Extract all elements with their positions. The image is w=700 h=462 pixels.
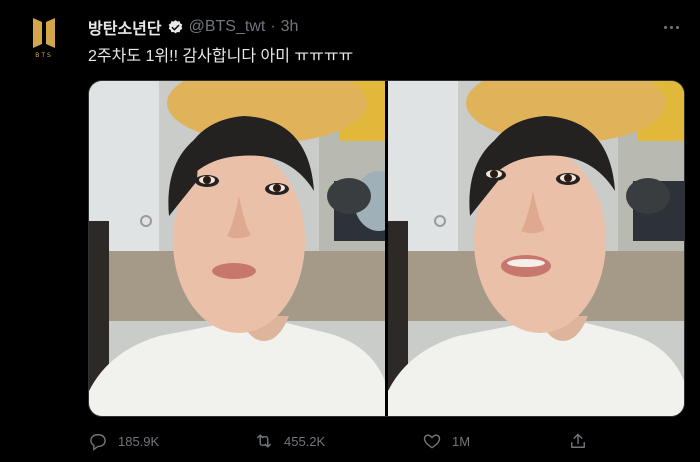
share-button[interactable] — [568, 431, 588, 451]
avatar[interactable]: BTS — [22, 16, 66, 68]
like-button[interactable]: 1M — [422, 431, 470, 451]
separator-dot: · — [270, 18, 276, 35]
bts-logo-icon — [33, 18, 55, 48]
handle[interactable]: @BTS_twt — [189, 18, 266, 36]
reply-button[interactable]: 185.9K — [88, 431, 159, 451]
selfie-photo-1-icon — [89, 81, 385, 416]
retweet-count: 455.2K — [284, 433, 326, 449]
tweet-media[interactable] — [88, 80, 685, 417]
retweet-icon — [257, 434, 271, 448]
tweet-actions: 185.9K 455.2K 1M — [88, 428, 688, 454]
more-options-icon[interactable] — [656, 12, 686, 42]
tweet[interactable]: BTS 방탄소년단 @BTS_twt · 3h 2주차도 1위!! 감사합니다 … — [0, 0, 700, 462]
heart-icon — [423, 434, 441, 449]
reply-icon — [90, 434, 106, 451]
share-icon — [571, 433, 585, 448]
reply-count: 185.9K — [118, 433, 160, 449]
display-name[interactable]: 방탄소년단 — [88, 15, 162, 39]
tweet-photo-1[interactable] — [89, 81, 385, 416]
like-count: 1M — [452, 433, 471, 449]
tweet-photo-2[interactable] — [388, 81, 684, 416]
verified-badge-icon — [168, 19, 182, 33]
avatar-brand-text: BTS — [35, 52, 53, 59]
tweet-header: 방탄소년단 @BTS_twt · 3h — [88, 16, 298, 38]
selfie-photo-2-icon — [388, 81, 684, 416]
timestamp[interactable]: 3h — [281, 18, 299, 36]
retweet-button[interactable]: 455.2K — [254, 431, 325, 451]
tweet-text: 2주차도 1위!! 감사합니다 아미 ㅠㅠㅠㅠ — [88, 48, 354, 65]
